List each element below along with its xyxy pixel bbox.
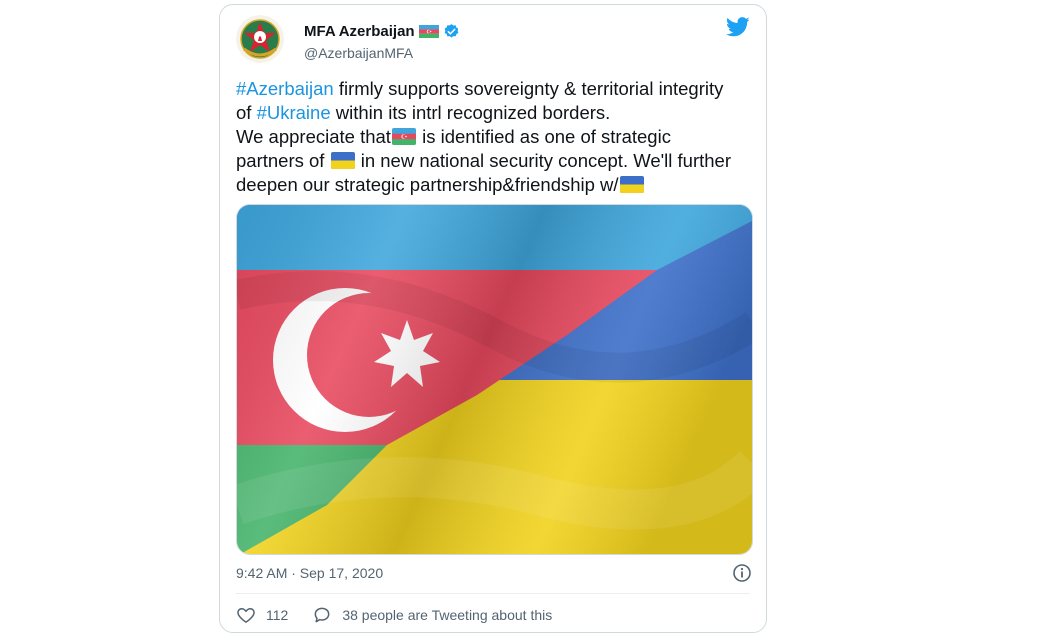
ukraine-flag-icon (619, 176, 644, 193)
text-segment: We appreciate that (236, 126, 391, 147)
twitter-bird-icon[interactable] (726, 17, 750, 37)
tweeting-about-link[interactable]: 38 people are Tweeting about this (312, 605, 552, 625)
avatar[interactable] (236, 15, 284, 63)
text-segment: firmly supports sovereignty & territoria… (333, 78, 724, 99)
tweet-timestamp[interactable]: 9:42 AM · Sep 17, 2020 (236, 565, 383, 581)
text-segment: within its intrl recognized borders. (330, 102, 611, 123)
emblem-icon (236, 15, 284, 63)
heart-icon (237, 608, 255, 623)
waving-flags-image (237, 205, 752, 554)
divider (236, 593, 750, 594)
like-count: 112 (266, 607, 289, 623)
text-segment: of (236, 102, 257, 123)
speech-bubble-icon (314, 607, 330, 623)
author-handle[interactable]: @AzerbaijanMFA (304, 45, 413, 61)
info-icon[interactable] (732, 563, 752, 583)
verified-badge-icon (444, 24, 458, 38)
azerbaijan-flag-icon (418, 25, 439, 38)
tweet-card[interactable]: MFA Azerbaijan @AzerbaijanMFA #Azerbaija… (219, 4, 767, 633)
text-segment: is identified as one of strategic (416, 126, 671, 147)
tweet-actions: 112 38 people are Tweeting about this (236, 603, 576, 627)
author-display-name[interactable]: MFA Azerbaijan (304, 23, 415, 40)
hashtag-azerbaijan[interactable]: #Azerbaijan (236, 78, 334, 99)
azerbaijan-flag-icon (391, 128, 416, 145)
text-segment: in new national security concept. We'll … (355, 150, 732, 171)
tweet-text: #Azerbaijan firmly supports sovereignty … (236, 77, 756, 197)
ukraine-flag-icon (330, 152, 355, 169)
tweet-media-image[interactable] (236, 204, 753, 555)
text-segment: partners of (236, 150, 330, 171)
text-segment: deepen our strategic partnership&friends… (236, 174, 619, 195)
hashtag-ukraine[interactable]: #Ukraine (257, 102, 331, 123)
tweeting-about-text: 38 people are Tweeting about this (342, 607, 553, 623)
tweet-header: MFA Azerbaijan @AzerbaijanMFA (236, 15, 750, 65)
like-button[interactable]: 112 (236, 605, 288, 625)
author-name-row[interactable]: MFA Azerbaijan (304, 23, 460, 40)
